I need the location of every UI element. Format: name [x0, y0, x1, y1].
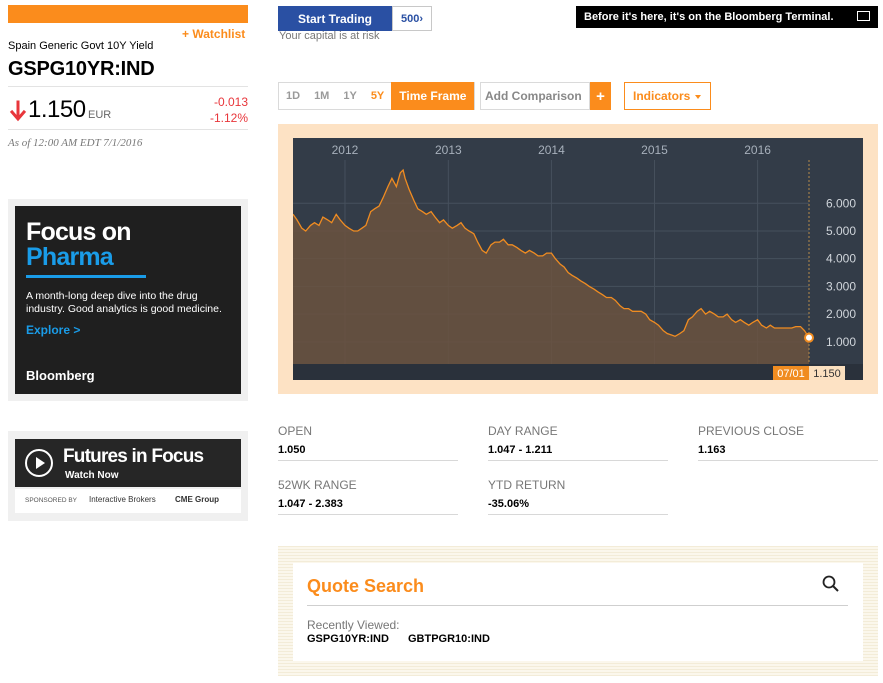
stat-value: 1.047 - 2.383: [278, 498, 343, 510]
stat-52wk-range: 52WK RANGE 1.047 - 2.383: [278, 478, 458, 515]
stat-label: 52WK RANGE: [278, 478, 357, 492]
stat-open: OPEN 1.050: [278, 424, 458, 461]
stat-divider: [698, 460, 878, 461]
search-icon[interactable]: [821, 574, 841, 594]
interactive-brokers-logo: Interactive Brokers: [89, 495, 156, 504]
futures-ad-watch-now[interactable]: Watch Now: [65, 470, 119, 481]
timeframe-selector: 1D 1M 1Y 5Y Time Frame: [278, 82, 476, 110]
price-currency: EUR: [88, 109, 112, 121]
price-change: -0.013: [213, 95, 248, 109]
x-tick-label: 2014: [538, 143, 565, 157]
x-tick-label: 2013: [435, 143, 462, 157]
bloomberg-logo: Bloomberg: [26, 368, 95, 383]
indicators-label: Indicators: [633, 89, 691, 103]
stat-label: PREVIOUS CLOSE: [698, 424, 805, 438]
stat-value: -35.06%: [488, 498, 529, 510]
stat-label: YTD RETURN: [488, 478, 566, 492]
quote-search-panel: Quote Search Recently Viewed: GSPG10YR:I…: [293, 563, 863, 661]
terminal-icon: [857, 11, 870, 21]
price-chart[interactable]: 2012 2013 2014 2015 2016 6.000 5.000 4.000 3.00…: [293, 138, 863, 380]
capital-risk-disclaimer: Your capital is at risk: [279, 30, 380, 42]
pharma-ad-rule: [26, 275, 146, 278]
y-tick-label: 5.000: [826, 224, 856, 238]
y-tick-label: 6.000: [826, 196, 856, 210]
stat-value: 1.163: [698, 444, 726, 456]
timeframe-1d-button[interactable]: 1D: [279, 83, 307, 109]
recently-viewed-label: Recently Viewed:: [307, 618, 400, 632]
quote-search-title: Quote Search: [307, 576, 425, 596]
y-tick-label: 1.000: [826, 335, 856, 349]
x-tick-label: 2012: [332, 143, 359, 157]
stat-day-range: DAY RANGE 1.047 - 1.211: [488, 424, 668, 461]
stat-divider: [488, 460, 668, 461]
security-name: Spain Generic Govt 10Y Yield: [8, 40, 154, 52]
start-trading-button[interactable]: Start Trading: [278, 6, 392, 31]
add-comparison-button[interactable]: +: [590, 82, 611, 110]
timeframe-1y-button[interactable]: 1Y: [336, 83, 363, 109]
terminal-banner[interactable]: Before it's here, it's on the Bloomberg …: [576, 6, 878, 28]
sponsored-by-label: SPONSORED BY: [25, 497, 78, 504]
play-icon[interactable]: [25, 449, 53, 477]
stat-value: 1.050: [278, 444, 306, 456]
arrow-down-icon: [9, 100, 27, 122]
cursor-date-label: 07/01: [777, 368, 805, 380]
terminal-banner-text: Before it's here, it's on the Bloomberg …: [584, 11, 834, 23]
stat-label: DAY RANGE: [488, 424, 558, 438]
quote-search-frame: Quote Search Recently Viewed: GSPG10YR:I…: [278, 546, 878, 676]
plus500-logo[interactable]: 500›: [392, 6, 432, 31]
pharma-ad[interactable]: Focus on Pharma A month-long deep dive i…: [8, 199, 248, 401]
stat-value: 1.047 - 1.211: [488, 444, 553, 456]
stat-divider: [278, 514, 458, 515]
timeframe-label: Time Frame: [391, 82, 475, 110]
ticker-symbol: GSPG10YR:IND: [8, 58, 155, 80]
stat-label: OPEN: [278, 424, 313, 438]
last-price: 1.150: [28, 96, 86, 123]
add-comparison-input[interactable]: Add Comparison: [480, 82, 590, 110]
stat-divider: [488, 514, 668, 515]
divider: [8, 86, 248, 87]
y-tick-label: 4.000: [826, 252, 856, 266]
futures-ad-title: Futures in Focus: [63, 446, 204, 467]
cme-group-logo: CME Group: [175, 495, 219, 504]
chevron-down-icon: [695, 95, 701, 99]
stat-previous-close: PREVIOUS CLOSE 1.163: [698, 424, 878, 461]
futures-ad[interactable]: Futures in Focus Watch Now SPONSORED BY …: [8, 431, 248, 521]
pharma-ad-body: A month-long deep dive into the drug ind…: [26, 290, 222, 315]
recent-ticker-link[interactable]: GSPG10YR:IND: [307, 633, 389, 645]
timeframe-5y-button[interactable]: 5Y: [364, 83, 391, 109]
pharma-ad-panel[interactable]: Focus on Pharma A month-long deep dive i…: [15, 206, 241, 394]
x-tick-label: 2015: [641, 143, 668, 157]
y-tick-label: 2.000: [826, 307, 856, 321]
header-accent-bar: [8, 5, 248, 23]
stat-ytd-return: YTD RETURN -35.06%: [488, 478, 668, 515]
y-tick-label: 3.000: [826, 279, 856, 293]
price-change-percent: -1.12%: [209, 111, 248, 125]
as-of-timestamp: As of 12:00 AM EDT 7/1/2016: [8, 137, 143, 149]
pharma-ad-explore-link[interactable]: Explore >: [26, 323, 80, 337]
futures-ad-sponsors: SPONSORED BY Interactive Brokers CME Gro…: [15, 489, 241, 513]
crosshair-point: [804, 332, 814, 343]
add-to-watchlist-link[interactable]: + Watchlist: [182, 27, 245, 41]
recent-ticker-link[interactable]: GBTPGR10:IND: [408, 633, 490, 645]
x-tick-label: 2016: [744, 143, 771, 157]
timeframe-1m-button[interactable]: 1M: [307, 83, 336, 109]
stat-divider: [278, 460, 458, 461]
futures-ad-panel[interactable]: Futures in Focus Watch Now: [15, 439, 241, 487]
quote-search-input-underline[interactable]: [307, 605, 848, 606]
divider: [8, 129, 248, 130]
price-chart-frame: 2012 2013 2014 2015 2016 6.000 5.000 4.000 3.00…: [278, 124, 878, 394]
indicators-dropdown[interactable]: Indicators: [624, 82, 711, 110]
pharma-ad-title-line2: Pharma: [26, 243, 114, 271]
cursor-value-label: 1.150: [813, 368, 841, 380]
